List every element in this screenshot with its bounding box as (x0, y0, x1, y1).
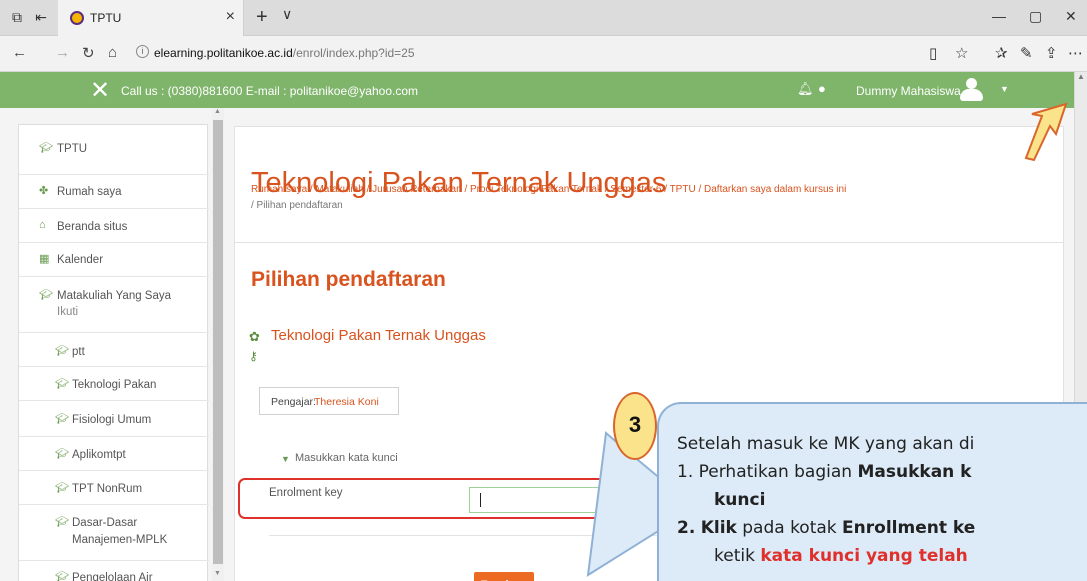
callout-line-3: kunci (714, 490, 766, 510)
tab-close-icon[interactable]: × (226, 8, 235, 26)
tab-title: TPTU (90, 11, 122, 25)
forward-arrow-icon[interactable]: → (55, 44, 70, 61)
drawer-scrollbar[interactable]: ▲ ▼ (212, 108, 224, 581)
bell-icon[interactable]: 🔔︎ (797, 81, 814, 97)
site-header: ✕ Call us : (0380)881600 E-mail : polita… (0, 72, 1074, 108)
favicon (70, 11, 84, 25)
sidebar-item-label: Beranda situs (57, 221, 128, 233)
callout-line-4: 2. Klik pada kotak Enrollment ke (677, 518, 976, 538)
mortarboard-icon: 🎓︎ (55, 413, 69, 425)
more-icon[interactable]: ⋯ (1068, 44, 1083, 62)
favorites-icon[interactable]: ✰ (995, 44, 1008, 62)
sidebar-item-label: Fisiologi Umum (72, 414, 152, 426)
sidebar-item-label: Matakuliah Yang Saya (57, 290, 172, 302)
sidebar-item-fisiologi-umum[interactable]: 🎓︎ Fisiologi Umum (19, 401, 209, 437)
fieldset-legend[interactable]: Masukkan kata kunci (295, 452, 398, 464)
set-aside-icon[interactable]: ⇤ (32, 8, 50, 26)
sidebar-item-label: Dasar-Dasar (72, 517, 138, 529)
tab-actions-icon[interactable]: ⧉ (8, 8, 26, 26)
sidebar-item-matakuliah[interactable]: 🎓︎ Matakuliah Yang Saya Ikuti (19, 277, 209, 333)
user-menu-caret-icon[interactable]: ▼ (1000, 84, 1009, 94)
back-arrow-icon[interactable]: ← (12, 44, 27, 61)
new-tab-button[interactable]: + (256, 6, 268, 29)
scroll-down-icon[interactable]: ▼ (214, 570, 221, 577)
teacher-box: Pengajar: Theresia Koni (259, 387, 399, 415)
sidebar-item-label: Aplikomtpt (72, 449, 126, 461)
sidebar-item-aplikomtpt[interactable]: 🎓︎ Aplikomtpt (19, 437, 209, 471)
page-header-card: Teknologi Pakan Ternak Unggas Rumah saya… (234, 126, 1064, 260)
mortarboard-icon: 🎓︎ (55, 378, 69, 390)
course-name[interactable]: Teknologi Pakan Ternak Unggas (271, 327, 486, 344)
teacher-label: Pengajar: (271, 396, 316, 408)
calendar-icon: ▦ (39, 253, 50, 265)
mortarboard-icon: 🎓︎ (55, 448, 69, 460)
user-name[interactable]: Dummy Mahasiswa (856, 84, 961, 98)
close-icon[interactable]: ✕ (1065, 8, 1077, 25)
tab-menu-icon[interactable]: ∨ (282, 6, 292, 23)
sidebar-item-beranda-situs[interactable]: ⌂ Beranda situs (19, 209, 209, 243)
reading-view-icon[interactable]: ▯ (929, 44, 937, 62)
sidebar-item-label: Ikuti (57, 306, 79, 318)
mortarboard-icon: 🎓︎ (55, 516, 69, 528)
sidebar-item-label: TPT NonRum (72, 483, 143, 495)
close-drawer-icon[interactable]: ✕ (90, 76, 110, 105)
sidebar-item-label: Kalender (57, 254, 104, 266)
sidebar-item-tpt-nonrum[interactable]: 🎓︎ TPT NonRum (19, 471, 209, 505)
url-host: elearning.politanikoe.ac.id (154, 46, 293, 60)
pointer-arrow-icon (1024, 102, 1068, 162)
home-icon: ⌂ (39, 219, 46, 231)
sidebar-item-rumah-saya[interactable]: ✤ Rumah saya (19, 173, 209, 209)
address-bar: ← → ↻ ⌂ i elearning.politanikoe.ac.id/en… (0, 36, 1087, 72)
enrol-me-button[interactable]: Enrol me (474, 572, 534, 581)
teacher-name[interactable]: Theresia Koni (314, 396, 379, 408)
enrolment-key-label: Enrolment key (269, 487, 343, 499)
share-icon[interactable]: ⇪ (1045, 44, 1058, 62)
sidebar-item-teknologi-pakan[interactable]: 🎓︎ Teknologi Pakan (19, 367, 209, 401)
chat-icon[interactable]: ● (818, 81, 826, 96)
callout-line-5: ketik kata kunci yang telah (714, 546, 968, 566)
maximize-icon[interactable]: ▢ (1029, 8, 1042, 25)
section-title: Pilihan pendaftaran (251, 268, 446, 291)
pen-icon[interactable]: ✎ (1020, 44, 1033, 62)
mortarboard-icon: 🎓︎ (55, 482, 69, 494)
minimize-icon[interactable]: — (992, 8, 1006, 24)
sidebar-item-label: Rumah saya (57, 186, 122, 198)
nav-drawer: 🎓︎ TPTU ✤ Rumah saya ⌂ Beranda situs ▦ K… (18, 124, 209, 581)
sidebar-item-label: Teknologi Pakan (72, 379, 157, 391)
url-field[interactable]: elearning.politanikoe.ac.id/enrol/index.… (154, 46, 415, 60)
mortarboard-icon: 🎓︎ (55, 345, 69, 357)
sidebar-item-pengelolaan-air[interactable]: 🎓︎ Pengelolaan Air (19, 561, 209, 581)
home-icon[interactable]: ⌂ (108, 44, 117, 61)
sidebar-item-dasar-dasar[interactable]: 🎓︎ Dasar-Dasar Manajemen-MPLK (19, 505, 209, 561)
callout-line-1: Setelah masuk ke MK yang akan di (677, 434, 975, 454)
course-icon: ✿ (249, 329, 260, 344)
sidebar-item-tptu[interactable]: 🎓︎ TPTU (19, 125, 209, 175)
sidebar-item-label: Pengelolaan Air (72, 572, 153, 581)
refresh-icon[interactable]: ↻ (82, 44, 95, 62)
mortarboard-icon: 🎓︎ (39, 289, 53, 301)
sidebar-item-ptt[interactable]: 🎓︎ ptt (19, 333, 209, 367)
key-icon: ⚷ (249, 349, 258, 363)
mortarboard-icon: 🎓︎ (55, 571, 69, 581)
breadcrumb-current: / Pilihan pendaftaran (251, 200, 343, 211)
browser-tab-strip: ⧉ ⇤ TPTU × + ∨ — ▢ ✕ (0, 0, 1087, 36)
scroll-up-icon[interactable]: ▲ (214, 108, 221, 115)
info-icon[interactable]: i (136, 45, 149, 58)
callout-line-2: 1. Perhatikan bagian Masukkan k (677, 462, 972, 482)
browser-tab[interactable]: TPTU × (58, 0, 244, 36)
dashboard-icon: ✤ (39, 185, 49, 197)
contact-info: Call us : (0380)881600 E-mail : politani… (121, 84, 419, 98)
star-icon[interactable]: ☆ (955, 44, 968, 62)
sidebar-item-label: TPTU (57, 143, 88, 155)
sidebar-item-label: Manajemen-MPLK (72, 534, 168, 546)
url-path: /enrol/index.php?id=25 (292, 46, 415, 60)
sidebar-item-label: ptt (72, 346, 85, 358)
sidebar-item-kalender[interactable]: ▦ Kalender (19, 243, 209, 277)
breadcrumb[interactable]: Rumah saya / Matakuliah / Jurusan Petern… (251, 184, 846, 195)
scrollbar-thumb[interactable] (213, 120, 223, 564)
chevron-down-icon[interactable]: ▼ (281, 454, 290, 464)
step-badge: 3 (613, 392, 657, 460)
avatar[interactable] (958, 78, 984, 102)
mortarboard-icon: 🎓︎ (39, 142, 53, 154)
